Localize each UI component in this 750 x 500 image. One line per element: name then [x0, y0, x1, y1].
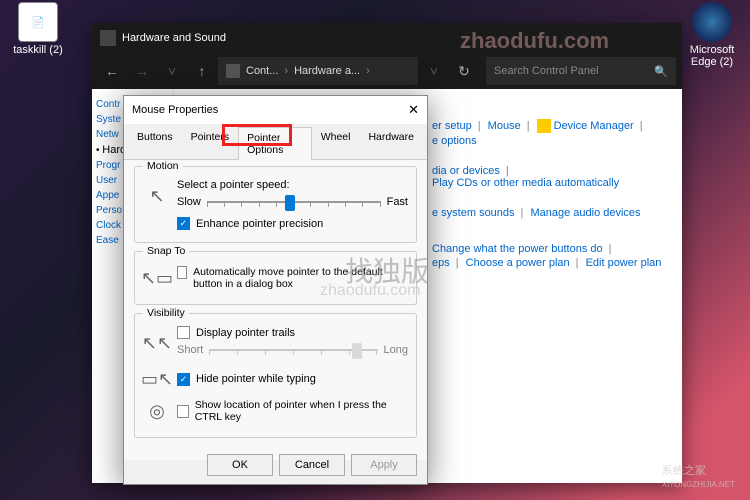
file-icon: 📄 [18, 2, 58, 42]
window-title: Hardware and Sound [122, 32, 226, 44]
chevron-right-icon: › [366, 65, 370, 77]
icon-label: taskkill (2) [8, 44, 68, 56]
breadcrumb[interactable]: Hardware a... [294, 65, 360, 77]
up-button[interactable]: ↑ [188, 57, 216, 85]
link[interactable]: Play CDs or other media automatically [432, 177, 619, 189]
link[interactable]: Edit power plan [586, 257, 662, 269]
checkbox-label[interactable]: Hide pointer while typing [196, 373, 316, 385]
tab-buttons[interactable]: Buttons [128, 126, 182, 159]
search-icon: 🔍 [654, 65, 668, 78]
slider-max-label: Long [384, 344, 408, 356]
link[interactable]: eps [432, 257, 450, 269]
apply-button[interactable]: Apply [351, 454, 417, 476]
slider-thumb[interactable] [285, 195, 295, 211]
breadcrumb[interactable]: Cont... [246, 65, 278, 77]
edge-icon [692, 2, 732, 42]
link[interactable]: Manage audio devices [530, 207, 640, 219]
checkbox-pointer-trails[interactable] [177, 326, 190, 339]
desktop-icon-taskkill[interactable]: 📄 taskkill (2) [8, 2, 68, 56]
link-mouse[interactable]: Mouse [488, 120, 521, 132]
link[interactable]: e system sounds [432, 207, 515, 219]
link[interactable]: dia or devices [432, 165, 500, 177]
icon-label: Microsoft Edge (2) [682, 44, 742, 68]
tab-bar: Buttons Pointers Pointer Options Wheel H… [124, 124, 427, 160]
dialog-title: Mouse Properties [132, 104, 218, 116]
tab-pointers[interactable]: Pointers [182, 126, 239, 159]
checkbox-label[interactable]: Automatically move pointer to the defaul… [193, 266, 408, 290]
checkbox-enhance-precision[interactable]: ✓ [177, 217, 190, 230]
tab-wheel[interactable]: Wheel [312, 126, 360, 159]
checkbox-label[interactable]: Show location of pointer when I press th… [195, 399, 408, 423]
ok-button[interactable]: OK [207, 454, 273, 476]
cancel-button[interactable]: Cancel [279, 454, 345, 476]
group-motion: Motion ↖ Select a pointer speed: Slow Fa… [134, 166, 417, 243]
group-title: Snap To [143, 245, 189, 257]
address-bar[interactable]: Cont... › Hardware a... › [218, 57, 418, 85]
dialog-footer: OK Cancel Apply [207, 454, 417, 476]
checkbox-ctrl-locate[interactable] [177, 405, 189, 418]
close-button[interactable]: ✕ [408, 102, 419, 118]
pointer-speed-slider[interactable]: Slow Fast [177, 193, 408, 211]
checkbox-label[interactable]: Enhance pointer precision [196, 218, 323, 230]
refresh-button[interactable]: ↻ [450, 57, 478, 85]
group-snap-to: Snap To ↖▭ Automatically move pointer to… [134, 251, 417, 305]
search-input[interactable]: Search Control Panel 🔍 [486, 57, 676, 85]
desktop-icon-edge[interactable]: Microsoft Edge (2) [682, 2, 742, 68]
trails-length-slider: Short Long [177, 341, 408, 359]
link[interactable]: Change what the power buttons do [432, 243, 603, 255]
navbar: ← → ˅ ↑ Cont... › Hardware a... › ˅ ↻ Se… [92, 53, 682, 89]
checkbox-hide-while-typing[interactable]: ✓ [177, 373, 190, 386]
back-button[interactable]: ← [98, 57, 126, 85]
ctrl-locate-icon: ◎ [143, 397, 171, 425]
hide-typing-icon: ▭↖ [143, 365, 171, 393]
forward-button[interactable]: → [128, 57, 156, 85]
tab-pointer-options[interactable]: Pointer Options [238, 127, 312, 160]
snap-icon: ↖▭ [143, 264, 171, 292]
titlebar[interactable]: Hardware and Sound [92, 23, 682, 53]
control-panel-icon [100, 30, 116, 46]
dropdown-button[interactable]: ˅ [420, 57, 448, 85]
link[interactable]: Device Manager [554, 120, 634, 132]
slider-max-label: Fast [387, 196, 408, 208]
slider-min-label: Short [177, 344, 203, 356]
checkbox-snap-to[interactable] [177, 266, 187, 279]
group-title: Visibility [143, 307, 189, 319]
dialog-titlebar[interactable]: Mouse Properties ✕ [124, 96, 427, 124]
corner-watermark: 系统之家XITONGZHIJIA.NET [662, 462, 735, 490]
mouse-properties-dialog: Mouse Properties ✕ Buttons Pointers Poin… [123, 95, 428, 485]
slider-min-label: Slow [177, 196, 201, 208]
checkbox-label[interactable]: Display pointer trails [196, 327, 295, 339]
chevron-right-icon: › [284, 65, 288, 77]
link[interactable]: Choose a power plan [466, 257, 570, 269]
pointer-icon: ↖ [143, 182, 171, 210]
history-button[interactable]: ˅ [158, 57, 186, 85]
link[interactable]: er setup [432, 120, 472, 132]
link[interactable]: e options [432, 135, 477, 147]
trails-icon: ↖↖ [143, 330, 171, 358]
tab-hardware[interactable]: Hardware [359, 126, 423, 159]
group-title: Motion [143, 160, 183, 172]
group-visibility: Visibility ↖↖ Display pointer trails Sho… [134, 313, 417, 438]
placeholder: Search Control Panel [494, 65, 599, 77]
control-panel-icon [226, 64, 240, 78]
shield-icon [537, 119, 551, 133]
label: Select a pointer speed: [177, 179, 408, 191]
slider-thumb [352, 343, 362, 359]
